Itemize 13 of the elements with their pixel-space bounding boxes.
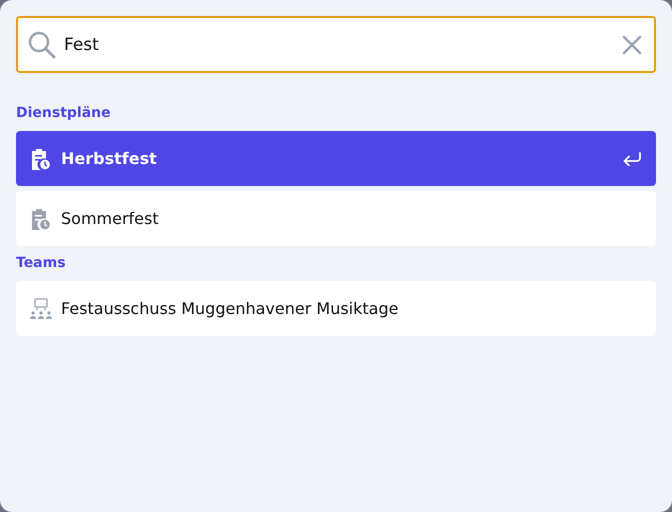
search-field[interactable]: Fest (16, 16, 656, 73)
search-input[interactable]: Fest (64, 34, 614, 54)
search-icon (28, 30, 56, 58)
team-icon (30, 298, 52, 320)
clipboard-clock-icon (30, 206, 52, 230)
group-heading: Dienstpläne (16, 105, 111, 121)
result-item[interactable]: Herbstfest (16, 131, 656, 186)
group-heading: Teams (16, 255, 66, 271)
enter-icon (622, 152, 642, 166)
result-item[interactable]: Festausschuss Muggenhavener Musiktage (16, 281, 656, 336)
close-icon[interactable] (622, 34, 642, 54)
result-item[interactable]: Sommerfest (16, 191, 656, 246)
clipboard-clock-icon (30, 146, 52, 170)
